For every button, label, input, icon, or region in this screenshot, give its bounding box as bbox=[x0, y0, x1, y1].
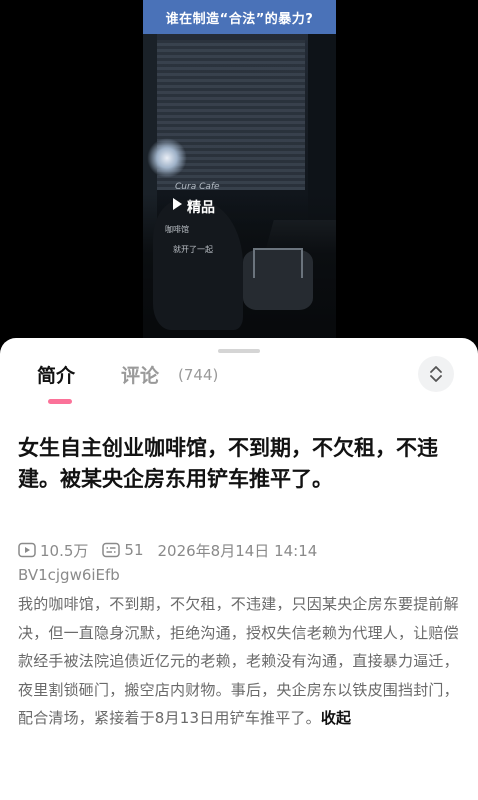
video-banner-text: 谁在制造“合法”的暴力? bbox=[165, 11, 314, 27]
overlay-caption-sub1: 咖啡馆 bbox=[165, 225, 189, 234]
video-meta-row: 10.5万 51 2026年8月14日 14:14 bbox=[18, 539, 317, 561]
view-count: 10.5万 bbox=[40, 541, 89, 560]
tab-intro[interactable]: 简介 bbox=[37, 361, 75, 388]
detail-sheet: 简介 评论 (744) 女生自主创业咖啡馆，不到期，不欠租，不违建。被某央企房东… bbox=[0, 338, 478, 800]
light-glow-image bbox=[147, 138, 187, 178]
video-frame[interactable]: 谁在制造“合法”的暴力? Cura Cafe 精品 咖啡馆 就开了一起 bbox=[143, 0, 336, 344]
video-player-area[interactable]: 谁在制造“合法”的暴力? Cura Cafe 精品 咖啡馆 就开了一起 bbox=[0, 0, 478, 344]
debris-pile-image bbox=[153, 200, 243, 330]
cafe-sign-text: Cura Cafe bbox=[175, 182, 220, 192]
publish-date: 2026年8月14日 14:14 bbox=[157, 541, 318, 560]
chevron-up-down-icon bbox=[430, 366, 442, 382]
video-title-banner: 谁在制造“合法”的暴力? bbox=[143, 0, 336, 34]
overlay-caption-main: 精品 bbox=[187, 200, 215, 216]
collapse-text-button[interactable]: 收起 bbox=[321, 709, 351, 727]
tab-active-indicator bbox=[48, 399, 72, 404]
table-image bbox=[253, 248, 303, 278]
tab-bar: 简介 评论 (744) bbox=[0, 338, 478, 408]
danmaku-icon bbox=[102, 542, 121, 558]
comments-count[interactable]: (744) bbox=[178, 366, 218, 384]
play-mark-icon bbox=[173, 198, 182, 210]
expand-collapse-button[interactable] bbox=[418, 356, 454, 392]
bvid-text[interactable]: BV1cjgw6iEfb bbox=[18, 566, 120, 584]
video-title: 女生自主创业咖啡馆，不到期，不欠租，不违建。被某央企房东用铲车推平了。 bbox=[18, 436, 438, 491]
play-count-icon bbox=[18, 542, 36, 558]
description-text: 我的咖啡馆，不到期，不欠租，不违建，只因某央企房东要提前解决，但一直隐身沉默，拒… bbox=[18, 595, 459, 728]
tab-comments[interactable]: 评论 bbox=[121, 361, 159, 388]
danmaku-count: 51 bbox=[124, 541, 144, 559]
overlay-caption-sub2: 就开了一起 bbox=[173, 245, 213, 254]
video-description: 我的咖啡馆，不到期，不欠租，不违建，只因某央企房东要提前解决，但一直隐身沉默，拒… bbox=[18, 590, 464, 733]
